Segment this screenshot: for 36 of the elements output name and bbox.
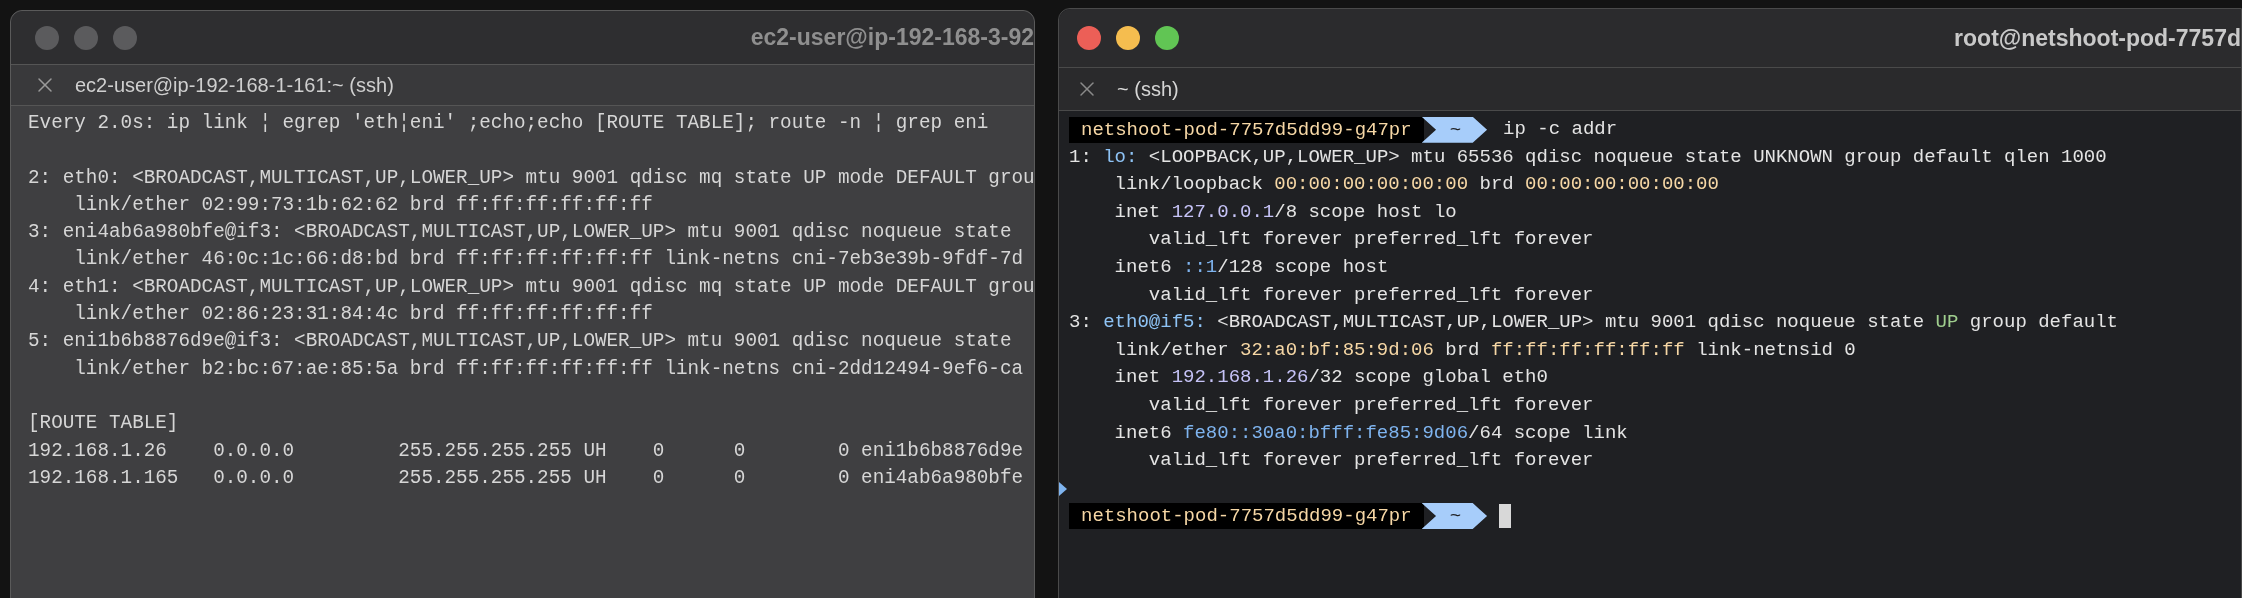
tab[interactable]: ec2-user@ip-192-168-1-161:~ (ssh) (11, 64, 1034, 106)
terminal-line: 192.168.1.26 0.0.0.0 255.255.255.255 UH 0 0 0 eni1b6b8876d9e (28, 438, 1024, 464)
terminal-line: 4: eth1: <BROADCAST,MULTICAST,UP,LOWER_UP> mtu 9001 qdisc mq state UP mode DEFAULT grou (28, 274, 1035, 300)
terminal-line: inet 127.0.0.1/8 scope host lo (1113, 199, 1457, 225)
terminal-line: inet6 fe80::30a0:bfff:fe85:9d06/64 scope link (1113, 420, 1628, 446)
tab[interactable]: ~ (ssh) (1059, 67, 2241, 111)
terminal-line: link/ether b2:bc:67:ae:85:5a brd ff:ff:ff:ff:ff:ff link-netns cni-2dd12494-9ef6-ca (73, 356, 1024, 382)
terminal-line: 5: eni1b6b8876d9e@if3: <BROADCAST,MULTICAST,UP,LOWER_UP> mtu 9001 qdisc noqueue state (28, 329, 1012, 355)
terminal-line: 2: eth0: <BROADCAST,MULTICAST,UP,LOWER_UP> mtu 9001 qdisc mq state UP mode DEFAULT grou (28, 165, 1035, 191)
terminal-line: 3: eni4ab6a980bfe@if3: <BROADCAST,MULTICAST,UP,LOWER_UP> mtu 9001 qdisc noqueue state (28, 220, 1012, 246)
command-text: ip -c addr (1503, 117, 1618, 142)
terminal-line: inet 192.168.1.26/32 scope global eth0 (1113, 365, 1548, 391)
terminal-line: 3: eth0@if5: <BROADCAST,MULTICAST,UP,LOWER_UP> mtu 9001 qdisc noqueue state UP group default (1069, 310, 2118, 336)
path-segment: ~ (1421, 503, 1488, 530)
terminal-line: link/ether 02:99:73:1b:62:62 brd ff:ff:ff:ff:ff:ff (73, 192, 653, 218)
terminal-line: 192.168.1.165 0.0.0.0 255.255.255.255 UH 0 0 0 eni4ab6a980bfe (28, 465, 1024, 491)
terminal-line: valid_lft forever preferred_lft forever (1147, 227, 1594, 253)
terminal-line: link/ether 02:86:23:31:84:4c brd ff:ff:ff:ff:ff:ff (73, 302, 653, 328)
close-button[interactable] (1077, 26, 1101, 50)
minimize-button[interactable] (1116, 26, 1140, 50)
terminal-line: link/ether 32:a0:bf:85:9d:06 brd ff:ff:ff:ff:ff:ff link-netnsid 0 (1113, 337, 1856, 363)
terminal-line: valid_lft forever preferred_lft forever (1147, 282, 1594, 308)
zoom-button[interactable] (1155, 26, 1179, 50)
window-title: root@netshoot-pod-7757d (1954, 23, 2241, 53)
hostname-segment: netshoot-pod-7757d5dd99-g47pr (1069, 116, 1424, 143)
terminal-line: inet6 ::1/128 scope host (1113, 254, 1389, 280)
path-segment: ~ (1421, 116, 1488, 143)
terminal-line: valid_lft forever preferred_lft forever (1147, 448, 1594, 474)
terminal-line: valid_lft forever preferred_lft forever (1147, 392, 1594, 418)
terminal-line: [ROUTE TABLE] (28, 411, 179, 437)
window-title: ec2-user@ip-192-168-3-92 (750, 23, 1034, 53)
terminal-line: link/ether 46:0c:1c:66:d8:bd brd ff:ff:ff:ff:ff:ff link-netns cni-7eb3e39b-9fdf-7d (73, 247, 1024, 273)
hostname-segment: netshoot-pod-7757d5dd99-g47pr (1069, 503, 1424, 530)
terminal-line: link/loopback 00:00:00:00:00:00 brd 00:00:00:00:00:00 (1113, 172, 1719, 198)
terminal-line: 1: lo: <LOOPBACK,UP,LOWER_UP> mtu 65536 qdisc noqueue state UNKNOWN group default qlen 1000 (1069, 144, 2107, 170)
terminal-line: Every 2.0s: ip link ¦ egrep 'eth¦eni' ;echo;echo [ROUTE TABLE]; route -n ¦ grep eni (28, 111, 989, 136)
